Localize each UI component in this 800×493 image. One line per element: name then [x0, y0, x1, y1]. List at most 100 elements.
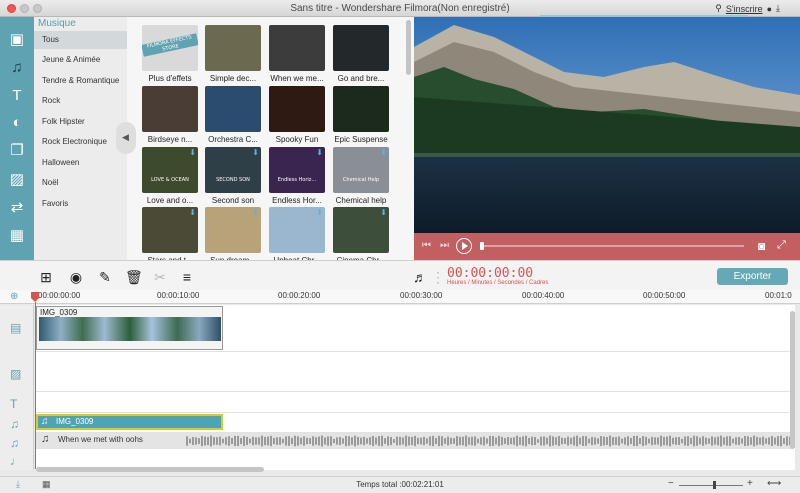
- category-item-folk[interactable]: Folk Hipster: [34, 113, 127, 131]
- media-icon[interactable]: ▣: [8, 31, 26, 49]
- record-icon[interactable]: ◉: [68, 269, 84, 285]
- message-icon[interactable]: ●: [767, 4, 772, 14]
- drag-handle-icon: ⋮: [431, 269, 445, 285]
- edit-icon[interactable]: ✎: [97, 269, 113, 285]
- music-clip[interactable]: ♫ When we met with oohs: [36, 433, 792, 449]
- music-track-tile[interactable]: ⬇Stars and t...: [139, 207, 201, 260]
- seek-knob[interactable]: [480, 242, 484, 250]
- adjust-icon[interactable]: ≡: [179, 269, 195, 285]
- zoom-slider[interactable]: [679, 485, 743, 486]
- collapse-panel-button[interactable]: ◀: [116, 122, 136, 154]
- add-track-icon[interactable]: ⊕: [10, 291, 18, 302]
- timeline-vertical-scrollbar[interactable]: [790, 311, 795, 449]
- snapshot-icon[interactable]: ◙: [758, 239, 765, 253]
- waveform-bar: [306, 437, 308, 445]
- music-track-tile[interactable]: ⬇Cinema Chr...: [330, 207, 392, 260]
- waveform-bar: [732, 438, 734, 444]
- download-arrow-icon[interactable]: ⬇: [380, 148, 387, 157]
- music-track-tile[interactable]: Spooky Fun: [266, 86, 328, 144]
- music-track-tile[interactable]: Endless Horiz... ⬇ Endless Hor...: [266, 147, 328, 205]
- track-thumbnail: ⬇: [205, 207, 261, 253]
- category-item-noel[interactable]: Noël: [34, 174, 127, 192]
- waveform-bar: [609, 435, 611, 447]
- play-button[interactable]: [456, 238, 472, 254]
- waveform-bar: [699, 437, 701, 445]
- waveform-bar: [612, 436, 614, 446]
- next-frame-icon[interactable]: ⏭: [440, 240, 449, 251]
- category-item-tendre[interactable]: Tendre & Romantique: [34, 72, 127, 90]
- music-track-tile[interactable]: FILMORA EFFECTS STORE Plus d'effets: [139, 25, 201, 83]
- music-track-tile[interactable]: Go and bre...: [330, 25, 392, 83]
- music-track-tile[interactable]: ⬇Sun dream...: [202, 207, 264, 260]
- signin-link[interactable]: S'inscrire: [726, 4, 763, 14]
- timeline-horizontal-scrollbar[interactable]: [36, 467, 264, 472]
- filter-icon[interactable]: ◐: [8, 114, 26, 132]
- music-track-icon-2: ♩: [10, 454, 22, 468]
- audio-mixer-icon[interactable]: ♬: [412, 269, 428, 285]
- waveform-bar: [636, 435, 638, 447]
- preview-frame: [414, 17, 800, 233]
- delete-icon[interactable]: 🗑: [125, 269, 143, 285]
- waveform-bar: [492, 436, 494, 446]
- track-thumbnail: ⬇: [333, 207, 389, 253]
- download-arrow-icon[interactable]: ⬇: [316, 148, 323, 157]
- zoom-in-icon[interactable]: +: [747, 478, 753, 489]
- download-arrow-icon[interactable]: ⬇: [252, 208, 259, 217]
- waveform-bar: [504, 438, 506, 444]
- waveform-bar: [498, 435, 500, 447]
- download-arrow-icon[interactable]: ⬇: [252, 148, 259, 157]
- zoom-knob[interactable]: [713, 481, 716, 489]
- category-item-tous[interactable]: Tous: [34, 31, 127, 49]
- music-track-tile[interactable]: LOVE & OCEAN ⬇ Love and o...: [139, 147, 201, 205]
- waveform-bar: [663, 436, 665, 446]
- tick-label: 00:00:10:00: [157, 291, 200, 300]
- splitscreen-icon[interactable]: ▦: [8, 227, 26, 245]
- previous-frame-icon[interactable]: ⏮: [422, 240, 431, 251]
- download-arrow-icon[interactable]: ⬇: [189, 208, 196, 217]
- music-track-tile[interactable]: Simple dec...: [202, 25, 264, 83]
- waveform-bar: [588, 438, 590, 444]
- waveform-bar: [672, 437, 674, 445]
- category-item-rock-electronique[interactable]: Rock Electronique: [34, 133, 127, 151]
- audio-clip[interactable]: ♫ IMG_0309: [36, 414, 223, 430]
- waveform-bar: [375, 437, 377, 445]
- video-clip[interactable]: IMG_0309: [36, 306, 223, 350]
- category-item-rock[interactable]: Rock: [34, 92, 127, 110]
- fullscreen-icon[interactable]: ⤢: [777, 239, 786, 252]
- zoom-out-icon[interactable]: −: [668, 478, 674, 489]
- music-track-tile[interactable]: Birdseye n...: [139, 86, 201, 144]
- timeline-ruler[interactable]: ⊕ 00:00:00:00 00:00:10:00 00:00:20:00 00…: [0, 290, 800, 304]
- transition-icon[interactable]: ⇄: [8, 199, 26, 217]
- waveform-bar: [315, 437, 317, 445]
- track-thumbnail: [142, 86, 198, 132]
- download-arrow-icon[interactable]: ⬇: [316, 208, 323, 217]
- waveform-bar: [276, 437, 278, 445]
- element-icon[interactable]: ▨: [8, 171, 26, 189]
- text-icon[interactable]: T: [8, 87, 26, 105]
- music-track-tile[interactable]: Epic Suspense: [330, 86, 392, 144]
- music-track-tile[interactable]: Orchestra C...: [202, 86, 264, 144]
- download-arrow-icon[interactable]: ⬇: [189, 148, 196, 157]
- music-track-tile[interactable]: SECOND SON ⬇ Second son: [202, 147, 264, 205]
- music-category-panel: Musique Tous Jeune & Animée Tendre & Rom…: [34, 17, 127, 260]
- seek-bar[interactable]: [482, 245, 744, 247]
- category-item-jeune[interactable]: Jeune & Animée: [34, 51, 127, 69]
- export-button[interactable]: Exporter: [717, 268, 788, 285]
- music-track-tile[interactable]: When we me...: [266, 25, 328, 83]
- fit-timeline-icon[interactable]: ⟷: [767, 478, 781, 489]
- library-scrollbar[interactable]: [406, 20, 411, 75]
- overlay-icon[interactable]: ❐: [8, 142, 26, 160]
- music-track-tile[interactable]: Chemical Help ⬇ Chemical help: [330, 147, 392, 205]
- add-media-icon[interactable]: ⊞: [38, 269, 54, 285]
- music-track-tile[interactable]: ⬇Upbeat Chr...: [266, 207, 328, 260]
- waveform-bar: [777, 436, 779, 446]
- download-icon[interactable]: ⤓: [776, 3, 780, 14]
- window-title: Sans titre - Wondershare Filmora(Non enr…: [290, 3, 510, 14]
- split-icon[interactable]: ✂: [152, 269, 168, 285]
- music-icon[interactable]: ♫: [8, 59, 26, 77]
- waveform-bar: [597, 438, 599, 444]
- category-item-halloween[interactable]: Halloween: [34, 154, 127, 172]
- track-thumbnail: ⬇: [142, 207, 198, 253]
- category-item-favoris[interactable]: Favoris: [34, 195, 127, 213]
- download-arrow-icon[interactable]: ⬇: [380, 208, 387, 217]
